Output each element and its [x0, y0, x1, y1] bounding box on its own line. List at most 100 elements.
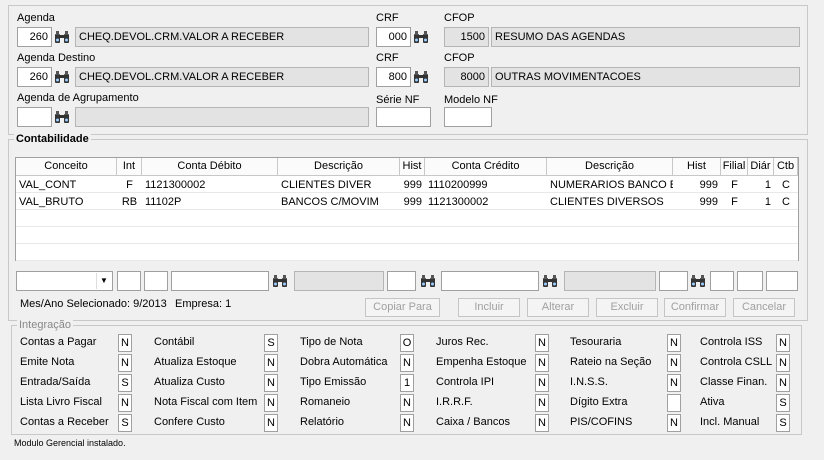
agenda-desc-field: CHEQ.DEVOL.CRM.VALOR A RECEBER — [75, 27, 369, 47]
table-cell[interactable]: VAL_BRUTO — [16, 194, 117, 210]
table-cell[interactable]: 1121300002 — [425, 194, 547, 210]
conta-credito-edit-input[interactable] — [441, 271, 539, 291]
column-header[interactable]: Diár — [748, 158, 774, 176]
integracao-flag-input[interactable]: N — [667, 354, 681, 372]
table-cell[interactable]: 1121300002 — [142, 177, 278, 193]
int-edit-input[interactable] — [117, 271, 141, 291]
column-header[interactable]: Descrição — [278, 158, 400, 176]
copiar-para-button[interactable]: Copiar Para — [365, 298, 440, 317]
integracao-flag-input[interactable]: N — [400, 414, 414, 432]
ctb-edit-input[interactable] — [766, 271, 798, 291]
column-header[interactable]: Hist — [400, 158, 425, 176]
column-header[interactable]: Ctb — [774, 158, 798, 176]
integracao-flag-input[interactable]: N — [400, 354, 414, 372]
integracao-flag-input[interactable]: N — [535, 394, 549, 412]
column-header[interactable]: Conceito — [16, 158, 117, 176]
column-header[interactable]: Int — [117, 158, 142, 176]
integracao-flag-input[interactable]: S — [776, 414, 790, 432]
integracao-flag-input[interactable]: N — [118, 334, 132, 352]
crf2-input[interactable]: 800 — [376, 67, 411, 87]
contabilidade-grid[interactable]: Conceito Int Conta Débito Descrição Hist Cont… — [15, 157, 799, 261]
integracao-flag-input[interactable]: N — [264, 414, 278, 432]
integracao-flag-input[interactable]: O — [400, 334, 414, 352]
modelo-nf-input[interactable] — [444, 107, 492, 127]
table-cell[interactable]: 999 — [673, 194, 721, 210]
integracao-flag-input[interactable]: S — [118, 414, 132, 432]
column-header[interactable]: Conta Crédito — [425, 158, 547, 176]
crf2-search-icon[interactable] — [412, 67, 430, 87]
crf1-search-icon[interactable] — [412, 27, 430, 47]
table-cell[interactable]: F — [721, 177, 748, 193]
table-cell[interactable]: F — [721, 194, 748, 210]
column-header[interactable]: Filial — [721, 158, 748, 176]
table-cell[interactable]: NUMERARIOS BANCO EM — [547, 177, 673, 193]
agenda-search-icon[interactable] — [53, 27, 71, 47]
table-cell[interactable]: CLIENTES DIVER — [278, 177, 400, 193]
integracao-flag-input[interactable]: S — [776, 394, 790, 412]
table-cell[interactable]: VAL_CONT — [16, 177, 117, 193]
table-cell[interactable]: BANCOS C/MOVIM — [278, 194, 400, 210]
serie-nf-input[interactable] — [376, 107, 431, 127]
alterar-button[interactable]: Alterar — [527, 298, 589, 317]
agrupamento-code-input[interactable] — [17, 107, 52, 127]
column-header[interactable]: Conta Débito — [142, 158, 278, 176]
integracao-flag-input[interactable]: 1 — [400, 374, 414, 392]
crf1-input[interactable]: 000 — [376, 27, 411, 47]
debito-search-icon[interactable] — [271, 271, 289, 291]
excluir-button[interactable]: Excluir — [596, 298, 658, 317]
table-cell[interactable]: C — [774, 194, 798, 210]
table-cell[interactable]: F — [117, 177, 142, 193]
integracao-flag-input[interactable]: N — [118, 394, 132, 412]
filial-edit-input[interactable] — [710, 271, 734, 291]
integracao-flag-input[interactable]: N — [667, 334, 681, 352]
integracao-label: Tipo de Nota — [300, 336, 363, 348]
conta-debito-edit-input[interactable] — [144, 271, 168, 291]
integracao-flag-input[interactable]: N — [776, 354, 790, 372]
agenda-destino-search-icon[interactable] — [53, 67, 71, 87]
integracao-flag-input[interactable]: N — [535, 374, 549, 392]
integracao-flag-input[interactable]: S — [264, 334, 278, 352]
table-cell[interactable]: CLIENTES DIVERSOS — [547, 194, 673, 210]
integracao-flag-input[interactable]: N — [535, 414, 549, 432]
hist-credito-search-icon[interactable] — [689, 271, 707, 291]
credito-search-icon[interactable] — [541, 271, 559, 291]
integracao-flag-input[interactable]: N — [264, 374, 278, 392]
confirmar-button[interactable]: Confirmar — [664, 298, 726, 317]
integracao-flag-input[interactable]: S — [118, 374, 132, 392]
integracao-flag-input[interactable]: N — [400, 394, 414, 412]
conceito-select[interactable]: ▼ — [16, 271, 113, 291]
integracao-flag-input[interactable]: N — [776, 374, 790, 392]
agrupamento-search-icon[interactable] — [53, 107, 71, 127]
table-cell[interactable]: 11102P — [142, 194, 278, 210]
integracao-flag-input[interactable] — [667, 394, 681, 412]
table-cell[interactable]: C — [774, 177, 798, 193]
diar-edit-input[interactable] — [737, 271, 763, 291]
hist-debito-search-icon[interactable] — [419, 271, 437, 291]
integracao-flag-input[interactable]: N — [118, 354, 132, 372]
column-header[interactable]: Hist — [673, 158, 721, 176]
debito-desc-edit-input[interactable] — [171, 271, 269, 291]
agenda-destino-code-input[interactable]: 260 — [17, 67, 52, 87]
table-cell[interactable]: 999 — [400, 177, 425, 193]
integracao-flag-input[interactable]: N — [667, 374, 681, 392]
cancelar-button[interactable]: Cancelar — [733, 298, 795, 317]
column-header[interactable]: Descrição — [547, 158, 673, 176]
integracao-label: Classe Finan. — [700, 376, 768, 388]
table-cell[interactable]: 999 — [400, 194, 425, 210]
chevron-down-icon[interactable]: ▼ — [96, 273, 111, 289]
integracao-flag-input[interactable]: N — [535, 334, 549, 352]
integracao-flag-input[interactable]: N — [776, 334, 790, 352]
integracao-flag-input[interactable]: N — [264, 394, 278, 412]
table-cell[interactable]: 1 — [748, 177, 774, 193]
hist-credito-edit-input[interactable] — [659, 271, 688, 291]
table-cell[interactable]: RB — [117, 194, 142, 210]
table-cell[interactable]: 1 — [748, 194, 774, 210]
integracao-flag-input[interactable]: N — [535, 354, 549, 372]
table-cell[interactable]: 1110200999 — [425, 177, 547, 193]
integracao-flag-input[interactable]: N — [667, 414, 681, 432]
integracao-flag-input[interactable]: N — [264, 354, 278, 372]
incluir-button[interactable]: Incluir — [458, 298, 520, 317]
hist-debito-edit-input[interactable] — [387, 271, 416, 291]
table-cell[interactable]: 999 — [673, 177, 721, 193]
agenda-code-input[interactable]: 260 — [17, 27, 52, 47]
